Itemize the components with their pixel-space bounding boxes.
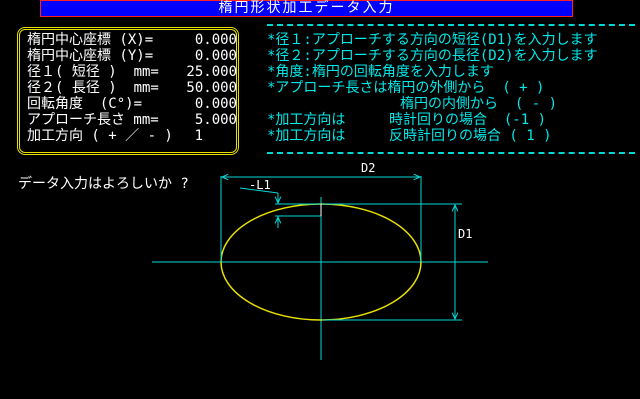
d2-label: D2 <box>361 161 375 175</box>
ellipse-diagram: D2 D1 -L1 <box>152 161 488 360</box>
d1-label: D1 <box>458 227 472 241</box>
l1-label: -L1 <box>249 178 271 192</box>
